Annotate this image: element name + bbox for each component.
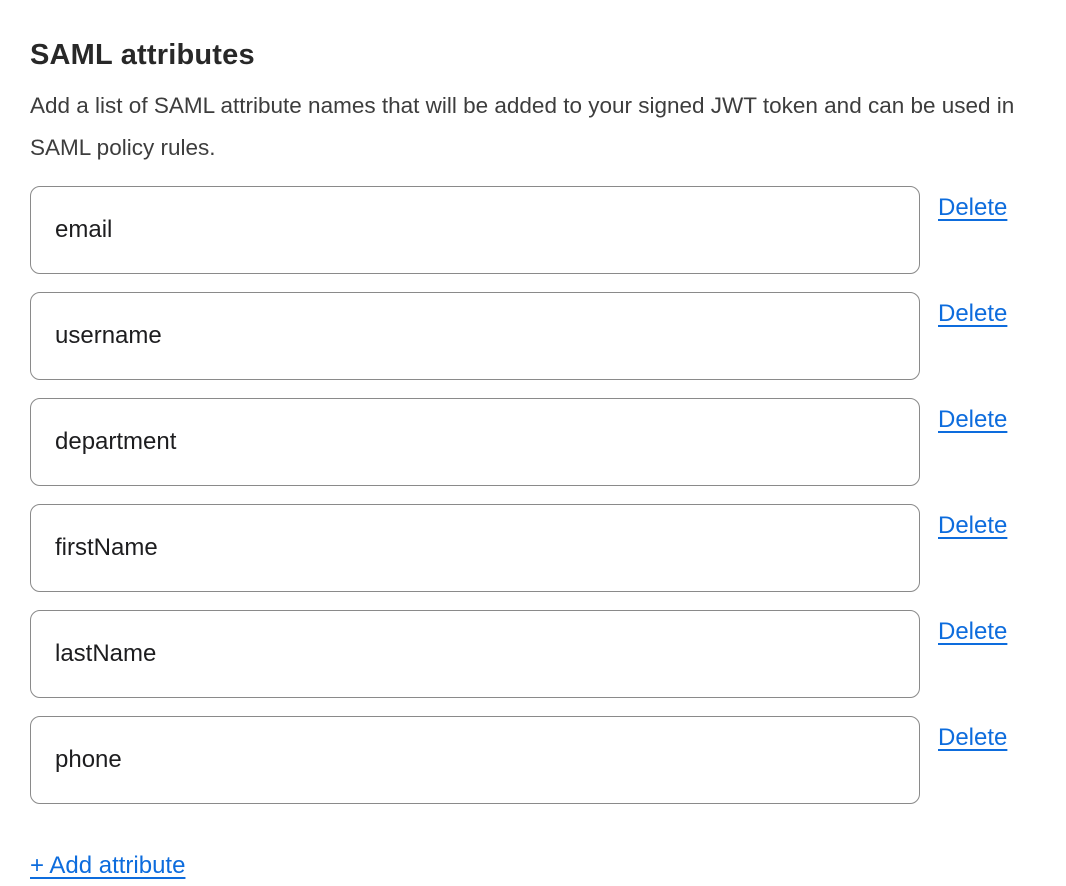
attribute-name-input[interactable] [30, 398, 920, 486]
attribute-row: Delete [30, 716, 1036, 804]
delete-attribute-link[interactable]: Delete [938, 194, 1007, 222]
attribute-row: Delete [30, 186, 1036, 274]
delete-attribute-link[interactable]: Delete [938, 512, 1007, 540]
section-title: SAML attributes [30, 38, 1036, 72]
attribute-name-input[interactable] [30, 504, 920, 592]
attribute-list: Delete Delete Delete Delete Delete Delet… [30, 186, 1036, 804]
attribute-row: Delete [30, 610, 1036, 698]
attribute-name-input[interactable] [30, 292, 920, 380]
section-description: Add a list of SAML attribute names that … [30, 85, 1020, 169]
delete-attribute-link[interactable]: Delete [938, 406, 1007, 434]
delete-attribute-link[interactable]: Delete [938, 618, 1007, 646]
saml-attributes-section: SAML attributes Add a list of SAML attri… [0, 0, 1066, 886]
add-attribute-link[interactable]: + Add attribute [30, 852, 185, 880]
delete-attribute-link[interactable]: Delete [938, 724, 1007, 752]
attribute-row: Delete [30, 504, 1036, 592]
attribute-name-input[interactable] [30, 610, 920, 698]
attribute-name-input[interactable] [30, 186, 920, 274]
delete-attribute-link[interactable]: Delete [938, 300, 1007, 328]
attribute-row: Delete [30, 292, 1036, 380]
attribute-row: Delete [30, 398, 1036, 486]
attribute-name-input[interactable] [30, 716, 920, 804]
